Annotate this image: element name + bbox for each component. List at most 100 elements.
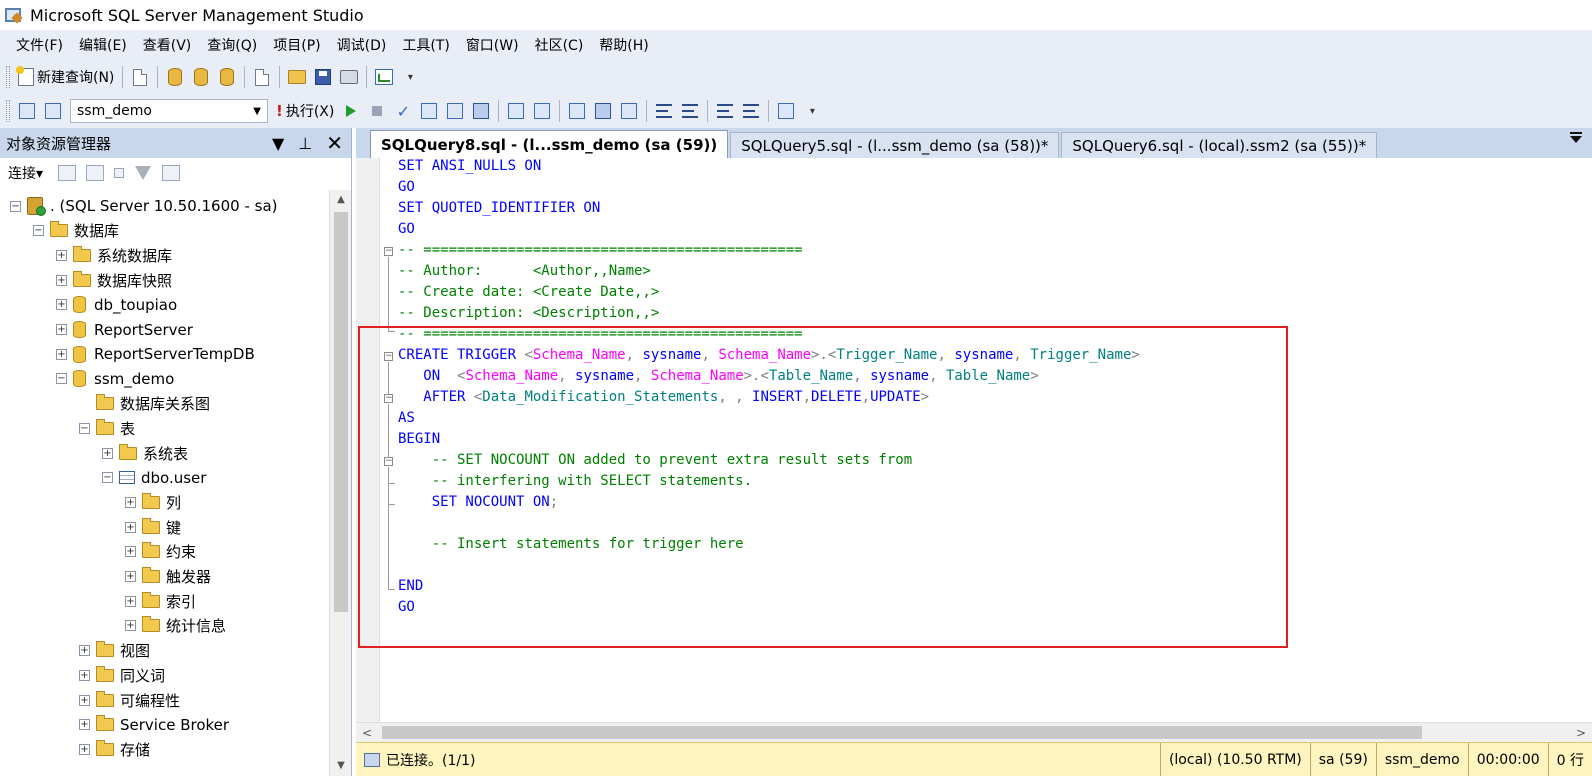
tree-node[interactable]: + 系统表 — [102, 441, 188, 465]
tree-node[interactable]: + 触发器 — [125, 565, 211, 589]
tree-node[interactable]: 数据库关系图 — [79, 392, 210, 416]
tree-node[interactable]: + 视图 — [79, 639, 150, 663]
scrollbar-thumb[interactable] — [334, 212, 348, 612]
collapse-region-icon[interactable]: − — [384, 457, 393, 466]
tree-node[interactable]: − 表 — [79, 416, 135, 440]
tab-sqlquery6[interactable]: SQLQuery6.sql - (local).ssm2 (sa (55))* — [1061, 132, 1378, 158]
save-button[interactable] — [312, 65, 334, 89]
expand-node-icon[interactable]: + — [56, 348, 67, 360]
code-area[interactable]: − − − − SET ANSI_NULLS ON GO SET QUOTED_ID… — [380, 158, 1592, 722]
scroll-left-icon[interactable]: < — [358, 723, 376, 743]
menu-query[interactable]: 查询(Q) — [199, 35, 265, 55]
toolbar-grip[interactable] — [6, 100, 10, 122]
expand-node-icon[interactable]: + — [125, 620, 136, 632]
menu-debug[interactable]: 调试(D) — [329, 35, 395, 55]
menu-project[interactable]: 项目(P) — [265, 35, 328, 55]
close-icon[interactable]: ✕ — [326, 131, 343, 155]
scrollbar-thumb[interactable] — [382, 726, 1422, 739]
tree-node[interactable]: + 可编程性 — [79, 688, 180, 712]
results-to-file-button[interactable] — [618, 99, 640, 123]
collapse-node-icon[interactable]: − — [102, 472, 113, 484]
panel-menu-icon[interactable]: ▼ — [272, 134, 284, 153]
tab-sqlquery5[interactable]: SQLQuery5.sql - (l...ssm_demo (sa (58))* — [730, 132, 1060, 158]
expand-node-icon[interactable]: + — [79, 645, 90, 657]
toolbar-grip[interactable] — [6, 66, 10, 88]
collapse-node-icon[interactable]: − — [56, 373, 67, 385]
query-designer-button[interactable] — [444, 99, 466, 123]
refresh-icon[interactable] — [162, 165, 181, 181]
menu-file[interactable]: 文件(F) — [8, 35, 71, 55]
tree-node[interactable]: + 存储 — [79, 737, 150, 761]
expand-node-icon[interactable]: + — [125, 595, 136, 607]
disconnect-icon[interactable] — [86, 165, 105, 181]
debug-button[interactable] — [340, 99, 362, 123]
tree-node[interactable]: + 约束 — [125, 540, 196, 564]
database-select[interactable]: ssm_demo ▼ — [70, 99, 268, 123]
tree-node[interactable]: − . (SQL Server 10.50.1600 - sa) — [10, 194, 278, 218]
connect-object-explorer-icon[interactable] — [58, 165, 77, 181]
menu-edit[interactable]: 编辑(E) — [71, 35, 135, 55]
comment-button[interactable] — [653, 99, 675, 123]
expand-node-icon[interactable]: + — [125, 521, 136, 533]
expand-node-icon[interactable]: + — [125, 496, 136, 508]
tree-node[interactable]: − dbo.user — [102, 466, 206, 490]
mdx-query-button[interactable] — [164, 65, 186, 89]
uncomment-button[interactable] — [679, 99, 701, 123]
collapse-region-icon[interactable]: − — [384, 394, 393, 403]
tree-node[interactable]: + ReportServerTempDB — [56, 342, 255, 366]
xmla-query-button[interactable] — [216, 65, 238, 89]
activity-monitor-button[interactable] — [373, 65, 395, 89]
change-connection-button[interactable] — [42, 99, 64, 123]
tab-list-dropdown-icon[interactable] — [1570, 132, 1582, 143]
results-grid-button[interactable] — [592, 99, 614, 123]
tree-node[interactable]: + 统计信息 — [125, 614, 226, 638]
query-editor[interactable]: − − − − SET ANSI_NULLS ON GO SET QUOTED_ID… — [356, 158, 1592, 722]
tree-node[interactable]: + ReportServer — [56, 318, 193, 342]
collapse-region-icon[interactable]: − — [384, 247, 393, 256]
menu-window[interactable]: 窗口(W) — [458, 35, 527, 55]
decrease-indent-button[interactable] — [714, 99, 736, 123]
filter-icon[interactable] — [135, 166, 152, 180]
expand-node-icon[interactable]: + — [125, 546, 136, 558]
display-estimated-plan-button[interactable] — [418, 99, 440, 123]
tree-node[interactable]: + db_toupiao — [56, 293, 177, 317]
parse-button[interactable]: ✓ — [392, 99, 414, 123]
menu-tools[interactable]: 工具(T) — [394, 35, 457, 55]
tree-node[interactable]: + 键 — [125, 515, 181, 539]
expand-node-icon[interactable]: + — [79, 669, 90, 681]
open-file-button[interactable] — [286, 65, 308, 89]
new-file-button[interactable] — [129, 65, 151, 89]
results-to-text-button[interactable] — [566, 99, 588, 123]
tree-node[interactable]: − ssm_demo — [56, 367, 174, 391]
menu-view[interactable]: 查看(V) — [135, 35, 200, 55]
print-button[interactable] — [338, 65, 360, 89]
object-explorer-scrollbar[interactable]: ▲ ▼ — [329, 190, 351, 776]
client-statistics-button[interactable] — [531, 99, 553, 123]
pin-icon[interactable]: ⊥ — [298, 134, 312, 153]
scroll-up-icon[interactable]: ▲ — [330, 190, 352, 210]
expand-node-icon[interactable]: + — [56, 299, 67, 311]
tree-node[interactable]: − 数据库 — [33, 219, 119, 243]
expand-node-icon[interactable]: + — [125, 571, 136, 582]
tree-node[interactable]: + 索引 — [125, 589, 196, 613]
sql-ce-query-button[interactable] — [251, 65, 273, 89]
increase-indent-button[interactable] — [740, 99, 762, 123]
results-to-grid-button[interactable] — [470, 99, 492, 123]
tree-node[interactable]: + 数据库快照 — [56, 268, 172, 292]
scroll-down-icon[interactable]: ▼ — [330, 756, 352, 776]
new-query-button[interactable]: 新建查询(N) — [16, 65, 116, 89]
include-actual-plan-button[interactable] — [505, 99, 527, 123]
expand-node-icon[interactable]: + — [56, 274, 67, 286]
connect-query-button[interactable] — [16, 99, 38, 123]
collapse-node-icon[interactable]: − — [10, 200, 21, 212]
execute-button[interactable]: ! 执行(X) — [274, 99, 336, 123]
specify-template-values-button[interactable] — [775, 99, 797, 123]
tree-node[interactable]: + Service Broker — [79, 713, 229, 737]
stop-icon[interactable] — [114, 168, 125, 178]
scroll-right-icon[interactable]: > — [1572, 723, 1590, 743]
menu-community[interactable]: 社区(C) — [527, 35, 592, 55]
cancel-query-button[interactable] — [366, 99, 388, 123]
expand-node-icon[interactable]: + — [56, 324, 67, 335]
expand-node-icon[interactable]: + — [79, 743, 90, 755]
expand-node-icon[interactable]: + — [102, 447, 113, 459]
